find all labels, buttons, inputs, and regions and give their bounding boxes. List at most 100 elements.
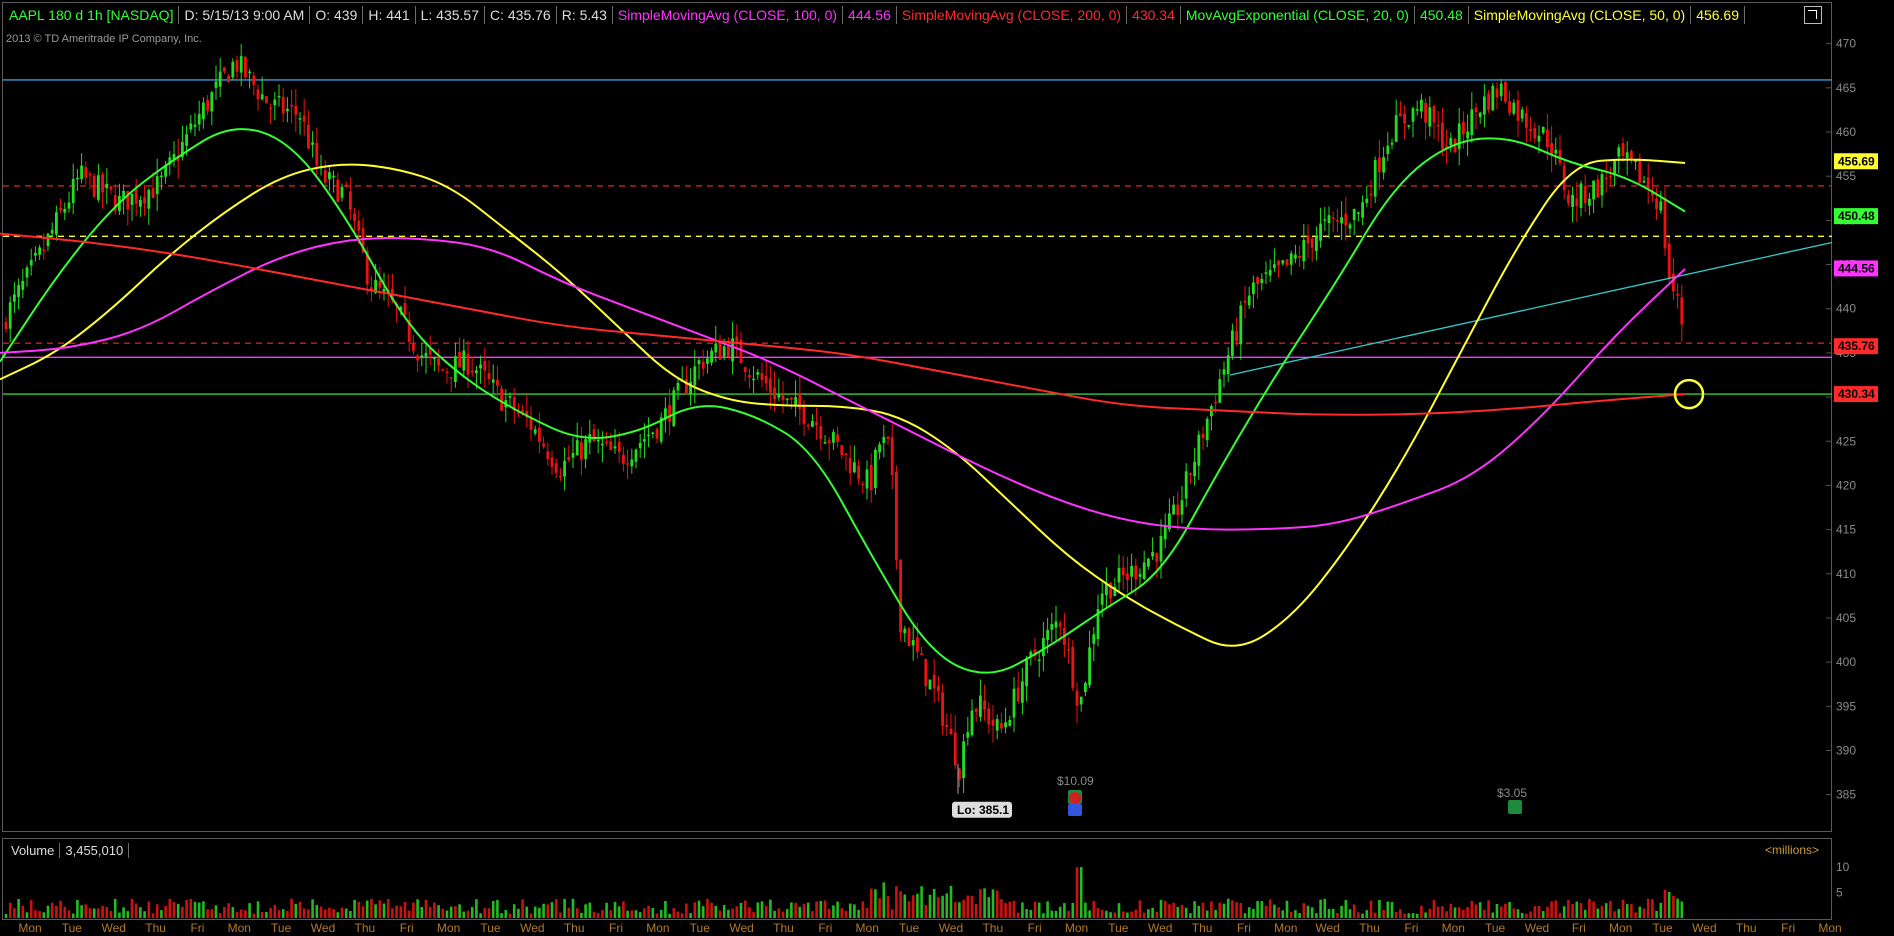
volume-bar: [391, 908, 394, 918]
x-day-label: Thu: [355, 921, 376, 935]
volume-bar: [710, 902, 713, 918]
volume-bar: [781, 911, 785, 918]
volume-bar: [613, 901, 617, 918]
candle-body: [1361, 202, 1364, 218]
volume-bar: [479, 913, 482, 918]
volume-bar: [1294, 910, 1297, 918]
volume-bar: [269, 907, 272, 918]
candle-body: [105, 183, 109, 189]
volume-bar: [416, 899, 419, 918]
candle-body: [1184, 471, 1188, 499]
volume-bar: [962, 899, 965, 918]
volume-bar: [160, 910, 163, 918]
candle-body: [437, 358, 440, 366]
candle-body: [1348, 224, 1352, 229]
volume-bar: [13, 908, 16, 918]
volume-bar: [1575, 901, 1579, 918]
candle-body: [760, 373, 764, 380]
candle-body: [202, 102, 205, 120]
volume-bar: [307, 909, 310, 918]
x-day-label: Fri: [400, 921, 414, 935]
candle-body: [97, 175, 100, 200]
candle-body: [1529, 128, 1532, 132]
volume-bar: [1088, 910, 1091, 918]
candle-body: [987, 708, 991, 725]
candle-body: [630, 459, 634, 467]
volume-bar: [1445, 911, 1448, 918]
volume-bar: [139, 907, 142, 918]
volume-bar: [1323, 898, 1327, 918]
candle-body: [571, 452, 575, 458]
candle-body: [844, 453, 848, 455]
candle-body: [76, 177, 79, 180]
volume-bar: [294, 903, 298, 918]
candle-body: [197, 114, 201, 125]
volume-bar: [1071, 902, 1075, 918]
candle-body: [1243, 300, 1247, 303]
candle-body: [340, 186, 344, 198]
candle-body: [748, 374, 751, 378]
candle-body: [1474, 107, 1478, 112]
volume-bar: [1562, 906, 1566, 918]
x-day-label: Wed: [101, 921, 125, 935]
candle-body: [718, 343, 722, 360]
volume-bar: [365, 900, 369, 918]
candle-body: [1298, 255, 1301, 258]
volume-bar: [974, 904, 978, 918]
candle-body: [1520, 109, 1524, 119]
x-day-label: Mon: [228, 921, 251, 935]
volume-bar: [1361, 913, 1364, 918]
candle-body: [1588, 198, 1591, 206]
candle-body: [1100, 593, 1104, 605]
candle-body: [353, 213, 356, 222]
candle-body: [252, 75, 256, 85]
volume-bar: [1075, 867, 1079, 918]
candle-body: [1268, 269, 1272, 276]
volume-bar: [1163, 900, 1167, 918]
x-day-label: Tue: [1485, 921, 1506, 935]
y-tick-label: 455: [1836, 169, 1856, 183]
candle-body: [1222, 369, 1226, 375]
volume-bar: [697, 900, 701, 918]
volume-bar: [181, 906, 184, 918]
volume-bar: [1592, 901, 1595, 918]
volume-bar: [844, 910, 848, 918]
candle-body: [1306, 235, 1310, 244]
candle-body: [416, 355, 419, 361]
candle-body: [1680, 297, 1684, 325]
volume-bar: [185, 899, 188, 918]
x-day-label: Wed: [1315, 921, 1339, 935]
volume-bar: [244, 910, 247, 918]
x-day-label: Wed: [1692, 921, 1716, 935]
volume-bar: [1609, 900, 1612, 918]
volume-bar: [1189, 913, 1192, 918]
candle-body: [1126, 573, 1129, 581]
volume-bar: [349, 910, 352, 918]
candle-body: [1487, 93, 1490, 110]
candle-body: [1541, 126, 1545, 133]
candle-body: [260, 94, 264, 100]
volume-bar: [298, 901, 302, 918]
volume-bar: [8, 902, 12, 918]
candle-body: [496, 379, 499, 386]
candle-body: [580, 442, 583, 460]
volume-bars-group: [4, 867, 1684, 918]
volume-bar: [206, 909, 209, 918]
y-tick-label: 465: [1836, 81, 1856, 95]
volume-bar: [29, 900, 33, 918]
candle-body: [1042, 638, 1045, 657]
candle-body: [500, 388, 503, 411]
candle-body: [1323, 219, 1327, 221]
volume-bar: [197, 902, 201, 918]
volume-bar: [706, 898, 709, 918]
candle-body: [1176, 504, 1180, 516]
x-day-label: Thu: [145, 921, 166, 935]
volume-bar: [118, 912, 121, 918]
candle-body: [743, 367, 747, 372]
candle-body: [613, 446, 617, 449]
candle-body: [1634, 160, 1637, 163]
candle-body: [756, 372, 760, 375]
candle-body: [382, 288, 386, 292]
candle-body: [777, 394, 781, 398]
candle-body: [1004, 722, 1007, 728]
